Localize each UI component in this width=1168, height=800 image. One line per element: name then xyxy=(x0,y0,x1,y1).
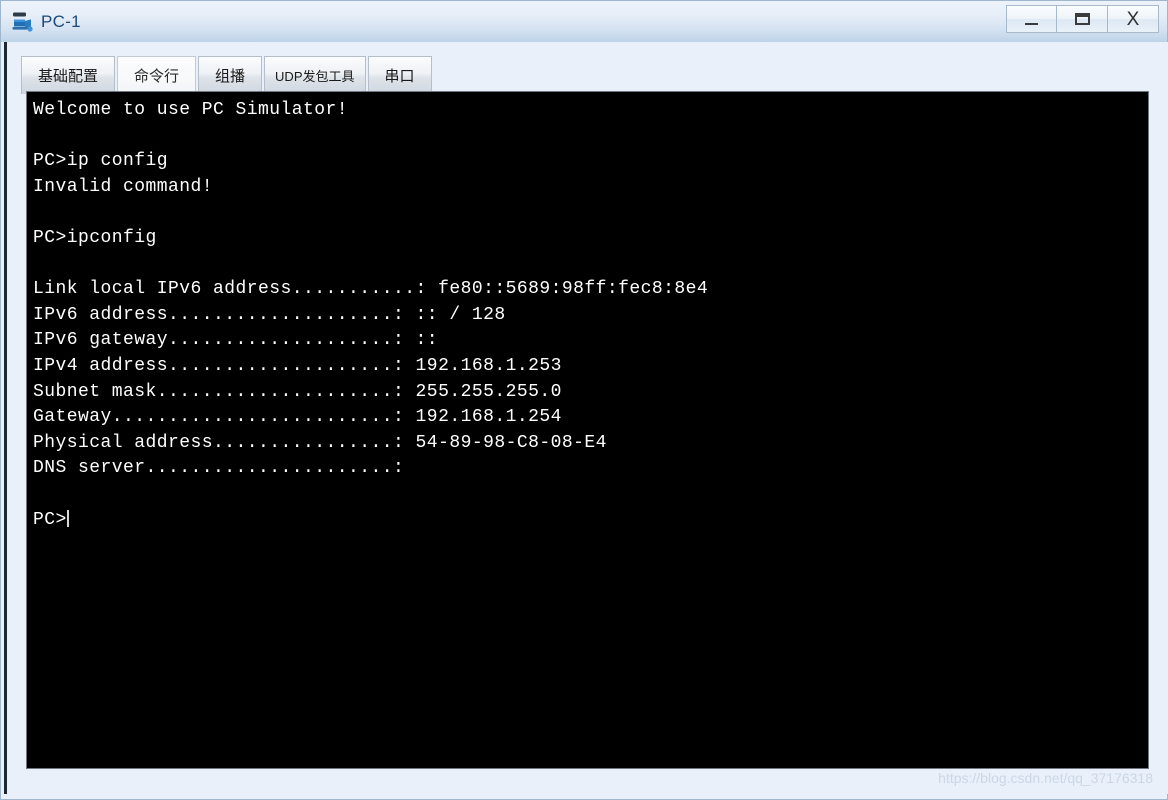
tab-basic-config[interactable]: 基础配置 xyxy=(21,56,116,94)
terminal-line: IPv6 address....................: :: / 1… xyxy=(33,304,506,325)
terminal-line: PC>ip config xyxy=(33,151,169,172)
minimize-icon xyxy=(1025,22,1038,25)
terminal-line: Link local IPv6 address...........: fe80… xyxy=(33,279,709,300)
tab-label: 基础配置 xyxy=(38,68,99,85)
terminal-line: Physical address................: 54-89-… xyxy=(33,432,607,453)
tab-serial-port[interactable]: 串口 xyxy=(367,56,432,94)
watermark-text: https://blog.csdn.net/qq_37176318 xyxy=(938,770,1153,786)
close-button[interactable]: X xyxy=(1108,5,1159,33)
window-client-area: 基础配置 命令行 组播 UDP发包工具 串口 Welcome to use PC… xyxy=(0,42,1168,800)
terminal-line: DNS server......................: xyxy=(33,458,405,479)
terminal-prompt-line: PC> xyxy=(33,508,1148,534)
terminal-line: IPv4 address....................: 192.16… xyxy=(33,355,562,376)
terminal-line: PC>ipconfig xyxy=(33,227,157,248)
tab-label: 命令行 xyxy=(134,68,180,85)
text-cursor xyxy=(66,509,69,527)
terminal-console[interactable]: Welcome to use PC Simulator! PC>ip confi… xyxy=(27,92,1148,768)
tab-label: 组播 xyxy=(215,68,246,85)
minimize-button[interactable] xyxy=(1006,5,1057,33)
terminal-line: Subnet mask.....................: 255.25… xyxy=(33,381,562,402)
tab-label: 串口 xyxy=(384,68,415,85)
tab-label: UDP发包工具 xyxy=(275,69,355,84)
terminal-border: Welcome to use PC Simulator! PC>ip confi… xyxy=(26,91,1149,769)
pc-device-icon xyxy=(11,10,35,34)
window-controls: X xyxy=(1006,5,1159,35)
close-icon: X xyxy=(1126,8,1140,30)
tab-multicast[interactable]: 组播 xyxy=(198,56,263,94)
content-panel: 基础配置 命令行 组播 UDP发包工具 串口 Welcome to use PC… xyxy=(4,42,1168,794)
tab-command-line[interactable]: 命令行 xyxy=(117,56,197,94)
tab-udp-sender[interactable]: UDP发包工具 xyxy=(264,56,366,94)
terminal-line: Invalid command! xyxy=(33,176,214,197)
tab-strip: 基础配置 命令行 组播 UDP发包工具 串口 xyxy=(21,54,434,94)
maximize-button[interactable] xyxy=(1057,5,1108,33)
terminal-line: Gateway.........................: 192.16… xyxy=(33,407,562,428)
terminal-prompt: PC> xyxy=(33,509,67,530)
application-window: PC-1 X 基础配置 命令行 组播 UDP发包工具 串口 Welcome to… xyxy=(0,0,1168,800)
title-bar: PC-1 X xyxy=(0,0,1168,42)
terminal-line: IPv6 gateway....................: :: xyxy=(33,330,439,351)
window-title: PC-1 xyxy=(41,11,81,31)
maximize-icon xyxy=(1074,13,1090,25)
terminal-line: Welcome to use PC Simulator! xyxy=(33,100,349,120)
